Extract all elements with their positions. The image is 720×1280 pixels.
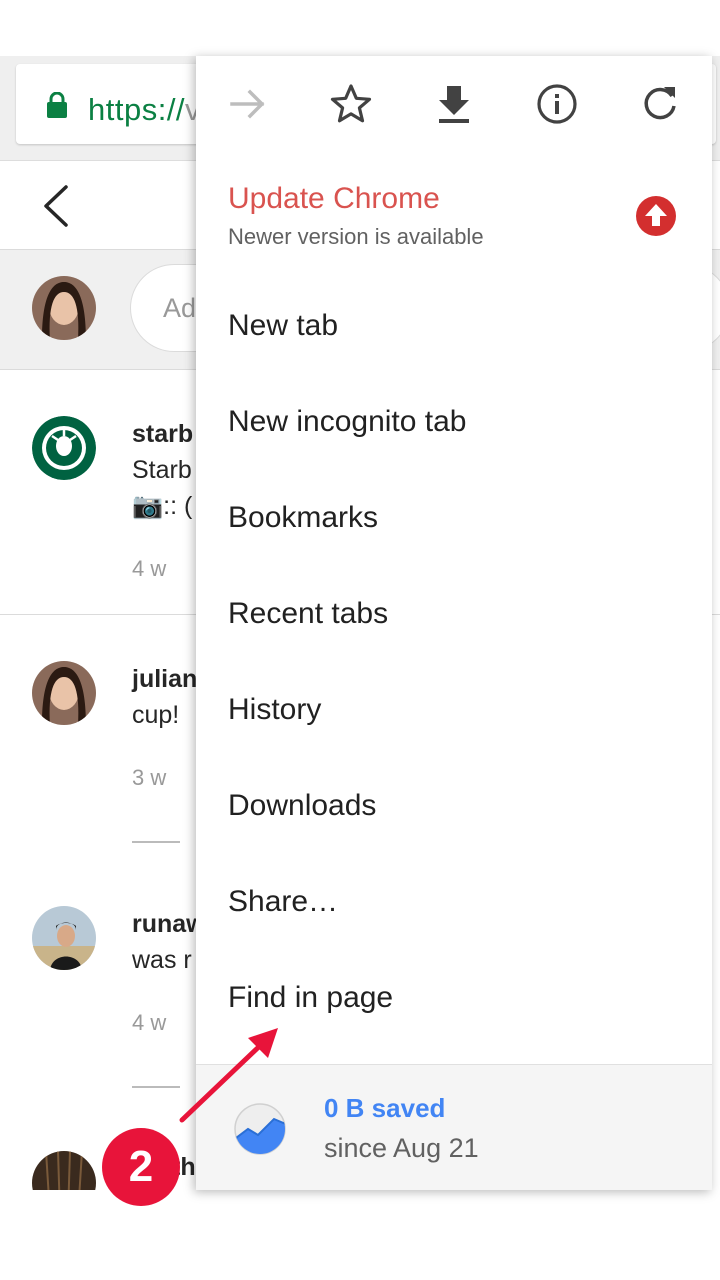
bookmark-star-button[interactable] — [327, 80, 375, 128]
step-number-badge: 2 — [102, 1128, 180, 1206]
menu-item-bookmarks[interactable]: Bookmarks — [196, 470, 712, 566]
post-timestamp: 4 w — [132, 1010, 167, 1035]
update-chrome-item[interactable]: Update Chrome Newer version is available — [196, 166, 712, 266]
forward-button[interactable] — [224, 80, 272, 128]
menu-item-new-incognito-tab[interactable]: New incognito tab — [196, 374, 712, 470]
lock-icon — [47, 92, 67, 118]
post-timestamp: 3 w — [132, 765, 167, 790]
reload-button[interactable] — [636, 80, 684, 128]
post-text: was r — [132, 946, 192, 974]
divider — [132, 841, 180, 843]
annotation-arrow-icon — [179, 1028, 278, 1123]
data-saved-since: since Aug 21 — [324, 1133, 479, 1163]
avatar — [32, 661, 96, 725]
menu-item-new-tab[interactable]: New tab — [196, 278, 712, 374]
post-username[interactable]: runaw — [132, 910, 206, 939]
update-arrow-icon — [636, 196, 676, 236]
update-chrome-subtitle: Newer version is available — [228, 224, 484, 249]
menu-item-history[interactable]: History — [196, 662, 712, 758]
forward-icon — [230, 89, 265, 119]
data-saved-amount: 0 B saved — [324, 1093, 446, 1123]
post-username[interactable]: starb — [132, 420, 193, 449]
update-chrome-title: Update Chrome — [228, 182, 440, 215]
menu-toolbar — [196, 56, 712, 152]
back-arrow-icon[interactable] — [38, 183, 74, 229]
page-info-button[interactable] — [533, 80, 581, 128]
starbucks-logo-avatar — [32, 416, 96, 480]
star-icon — [330, 84, 372, 123]
post-username[interactable]: julian — [132, 665, 197, 694]
post-text: 📷:: ( — [132, 492, 193, 520]
post-timestamp: 4 w — [132, 556, 167, 581]
avatar — [32, 276, 96, 340]
post-text: cup! — [132, 701, 180, 729]
menu-item-share[interactable]: Share… — [196, 854, 712, 950]
download-icon — [439, 86, 469, 123]
post-text: Starb — [132, 456, 192, 484]
screen: https://v Ad starb Starb 📷:: (4 w julia… — [0, 0, 720, 1280]
avatar — [32, 906, 96, 970]
info-icon — [537, 84, 577, 124]
url-text: https://v — [88, 92, 202, 127]
reload-icon — [644, 87, 676, 120]
download-page-button[interactable] — [430, 80, 478, 128]
avatar — [32, 1151, 96, 1190]
menu-item-recent-tabs[interactable]: Recent tabs — [196, 566, 712, 662]
menu-item-downloads[interactable]: Downloads — [196, 758, 712, 854]
